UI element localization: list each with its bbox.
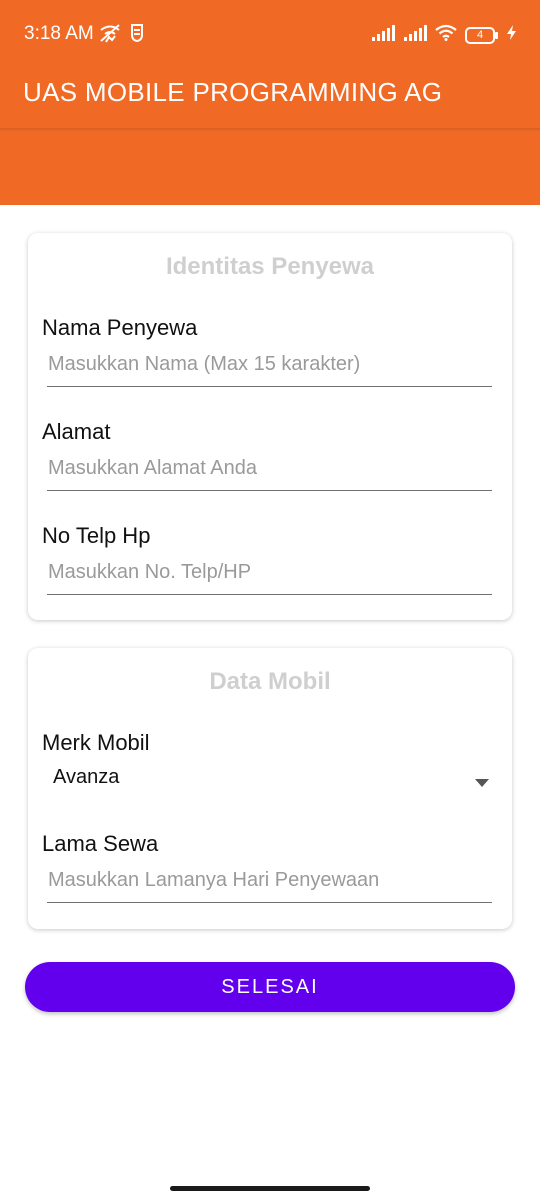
gesture-nav-handle[interactable] [170, 1186, 370, 1191]
address-label: Alamat [42, 419, 111, 444]
status-time: 3:18 AM [24, 23, 94, 44]
app-title: UAS MOBILE PROGRAMMING AG [23, 77, 443, 107]
address-input[interactable] [47, 451, 492, 491]
name-label: Nama Penyewa [42, 315, 198, 340]
dropdown-arrow-icon [475, 774, 489, 792]
status-bar: 3:18 AM 4 [0, 0, 540, 66]
duration-input[interactable] [47, 863, 492, 903]
battery-icon: 4 [465, 26, 499, 44]
wifi-icon [435, 24, 457, 46]
app-screen: 3:18 AM 4 UAS MOBILE PROGRAMMING AG Iden… [0, 0, 540, 1200]
card-title-car: Data Mobil [209, 668, 331, 695]
battery-level: 4 [476, 28, 484, 41]
card-title-renter: Identitas Penyewa [165, 253, 375, 280]
duration-label: Lama Sewa [42, 831, 159, 856]
shield-icon [130, 23, 144, 48]
renter-identity-card: Identitas Penyewa Nama Penyewa Alamat No… [28, 233, 512, 620]
status-left-icons [98, 22, 144, 49]
car-brand-selected: Avanza [53, 766, 120, 788]
status-right-icons: 4 [371, 24, 516, 46]
wifi-calling-off-icon [98, 22, 122, 49]
app-bar-shadow [0, 128, 540, 132]
signal-icon [371, 24, 395, 46]
name-input[interactable] [47, 347, 492, 387]
phone-input[interactable] [47, 555, 492, 595]
car-data-card: Data Mobil Merk Mobil Avanza Lama Sewa [28, 648, 512, 929]
orange-header: 3:18 AM 4 UAS MOBILE PROGRAMMING AG [0, 0, 540, 205]
finish-button[interactable]: SELESAI [25, 962, 515, 1012]
phone-label: No Telp Hp [42, 523, 151, 548]
signal-icon [403, 24, 427, 46]
car-brand-label: Merk Mobil [42, 730, 150, 755]
charging-icon [507, 25, 516, 45]
car-brand-dropdown[interactable]: Avanza [42, 760, 489, 800]
